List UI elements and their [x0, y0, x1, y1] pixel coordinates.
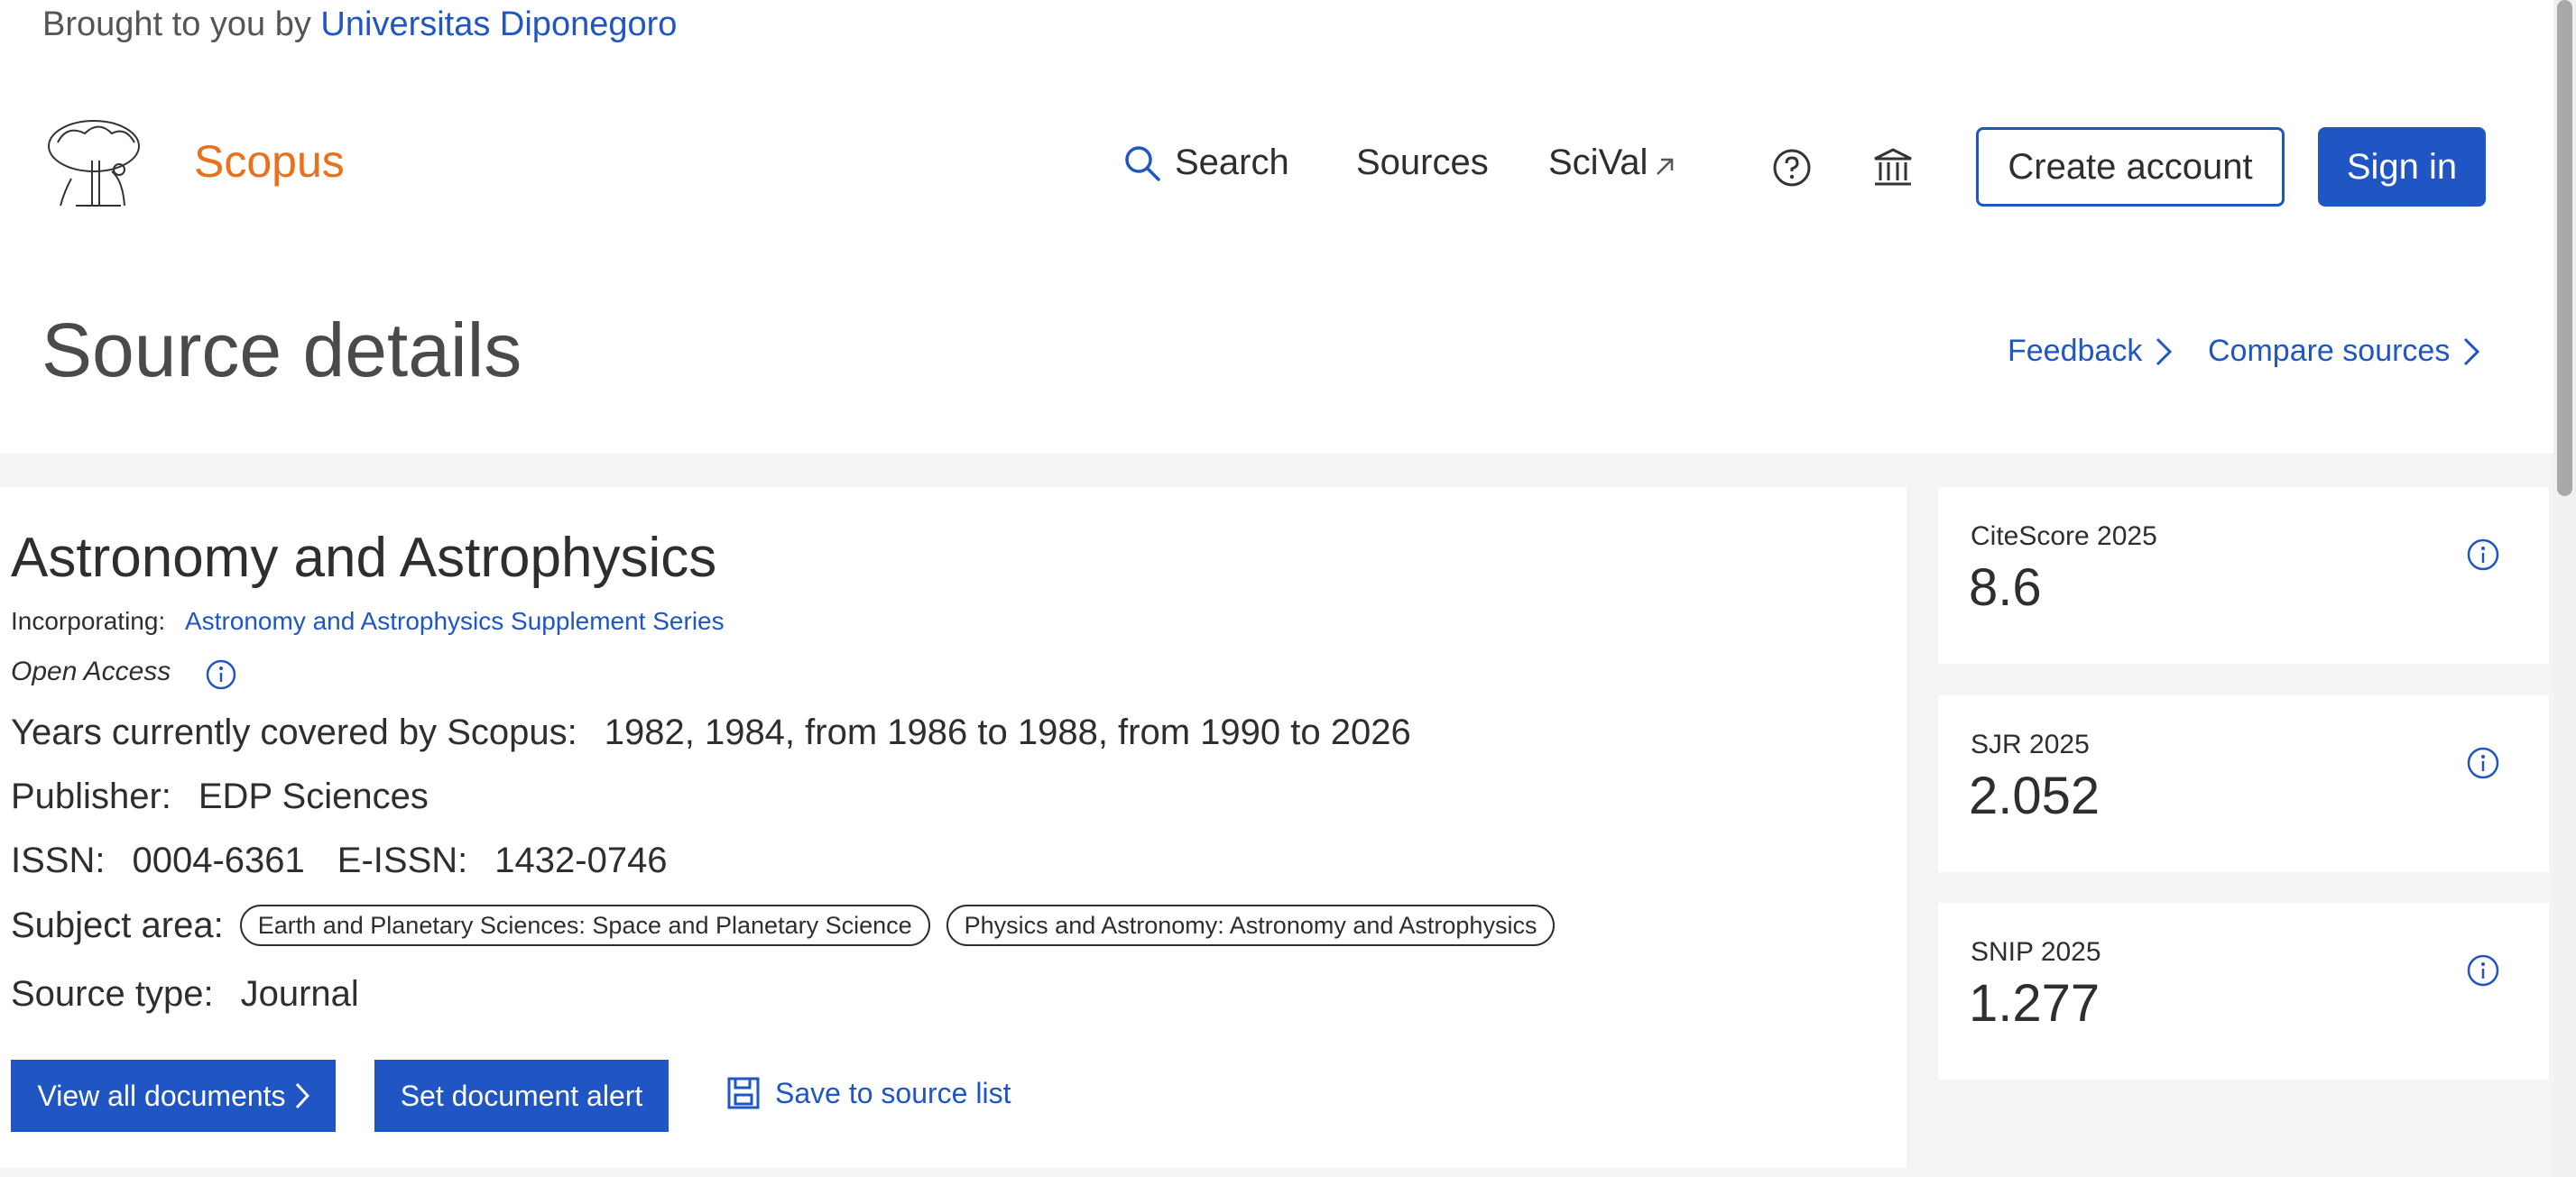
publisher-value: EDP Sciences: [198, 777, 429, 816]
citescore-card: CiteScore 2025 8.6: [1938, 487, 2549, 664]
institution-link[interactable]: Universitas Diponegoro: [320, 5, 677, 43]
institution-icon[interactable]: [1871, 146, 1915, 189]
nav-scival[interactable]: SciVal: [1548, 143, 1676, 183]
metric-label: SNIP 2025: [1971, 937, 2101, 967]
eissn-value: 1432-0746: [494, 841, 668, 880]
metric-value: 1.277: [1969, 974, 2101, 1033]
source-title: Astronomy and Astrophysics: [11, 527, 717, 589]
nav-search[interactable]: Search: [1122, 143, 1289, 183]
save-to-source-list-link[interactable]: Save to source list: [726, 1076, 1011, 1110]
info-icon[interactable]: [2466, 538, 2500, 572]
save-icon: [727, 1077, 760, 1109]
search-icon: [1125, 145, 1160, 181]
external-link-icon: [1657, 158, 1674, 175]
sjr-card: SJR 2025 2.052: [1938, 695, 2549, 872]
nav-sources[interactable]: Sources: [1356, 143, 1489, 183]
info-icon[interactable]: [205, 658, 237, 691]
compare-sources-link[interactable]: Compare sources: [2208, 334, 2480, 369]
metric-value: 8.6: [1969, 558, 2042, 617]
view-all-label: View all documents: [37, 1079, 286, 1112]
help-icon[interactable]: [1770, 146, 1814, 189]
years-label: Years currently covered by Scopus:: [11, 713, 577, 752]
incorporating-label: Incorporating:: [11, 607, 166, 635]
view-all-documents-button[interactable]: View all documents: [11, 1060, 336, 1132]
chevron-right-icon: [295, 1082, 309, 1109]
save-list-label: Save to source list: [775, 1076, 1011, 1109]
source-type-label: Source type:: [11, 974, 214, 1014]
feedback-label: Feedback: [2008, 334, 2143, 368]
publisher-label: Publisher:: [11, 777, 171, 816]
snip-card: SNIP 2025 1.277: [1938, 903, 2549, 1080]
page-title: Source details: [42, 308, 522, 392]
issn-row: ISSN: 0004-6361 E-ISSN: 1432-0746: [11, 841, 668, 881]
set-alert-label: Set document alert: [400, 1079, 643, 1112]
nav-sources-label: Sources: [1356, 143, 1489, 182]
metric-label: CiteScore 2025: [1971, 521, 2157, 551]
compare-label: Compare sources: [2208, 334, 2451, 368]
open-access-row: Open Access: [11, 653, 237, 691]
eissn-label: E-ISSN:: [337, 841, 468, 880]
info-icon[interactable]: [2466, 746, 2500, 780]
issn-value: 0004-6361: [132, 841, 305, 880]
issn-label: ISSN:: [11, 841, 106, 880]
years-row: Years currently covered by Scopus: 1982, …: [11, 713, 1411, 753]
subject-label: Subject area:: [11, 905, 224, 945]
source-type-value: Journal: [240, 974, 359, 1014]
elsevier-logo-icon[interactable]: [40, 115, 150, 213]
brought-to-you-by: Brought to you by Universitas Diponegoro: [42, 5, 677, 44]
chevron-right-icon: [2156, 337, 2173, 365]
brought-prefix: Brought to you by: [42, 5, 311, 43]
subject-chip[interactable]: Physics and Astronomy: Astronomy and Ast…: [946, 905, 1556, 946]
open-access-label: Open Access: [11, 657, 171, 686]
metric-value: 2.052: [1969, 767, 2101, 825]
source-type-row: Source type: Journal: [11, 974, 359, 1015]
subject-chip[interactable]: Earth and Planetary Sciences: Space and …: [239, 905, 930, 946]
nav-search-label: Search: [1175, 143, 1289, 182]
subject-area-row: Subject area: Earth and Planetary Scienc…: [11, 905, 1556, 946]
publisher-row: Publisher: EDP Sciences: [11, 777, 429, 817]
set-document-alert-button[interactable]: Set document alert: [374, 1060, 669, 1132]
incorporating-row: Incorporating: Astronomy and Astrophysic…: [11, 607, 725, 636]
create-account-button[interactable]: Create account: [1976, 127, 2285, 207]
chevron-right-icon: [2464, 337, 2480, 365]
scopus-brand[interactable]: Scopus: [194, 135, 345, 188]
info-icon[interactable]: [2466, 953, 2500, 988]
years-value: 1982, 1984, from 1986 to 1988, from 1990…: [604, 713, 1411, 752]
nav-scival-label: SciVal: [1548, 143, 1648, 182]
incorporating-link[interactable]: Astronomy and Astrophysics Supplement Se…: [185, 607, 725, 635]
scrollbar-thumb[interactable]: [2557, 0, 2572, 496]
metric-label: SJR 2025: [1971, 730, 2090, 759]
sign-in-button[interactable]: Sign in: [2318, 127, 2486, 207]
feedback-link[interactable]: Feedback: [2008, 334, 2173, 369]
